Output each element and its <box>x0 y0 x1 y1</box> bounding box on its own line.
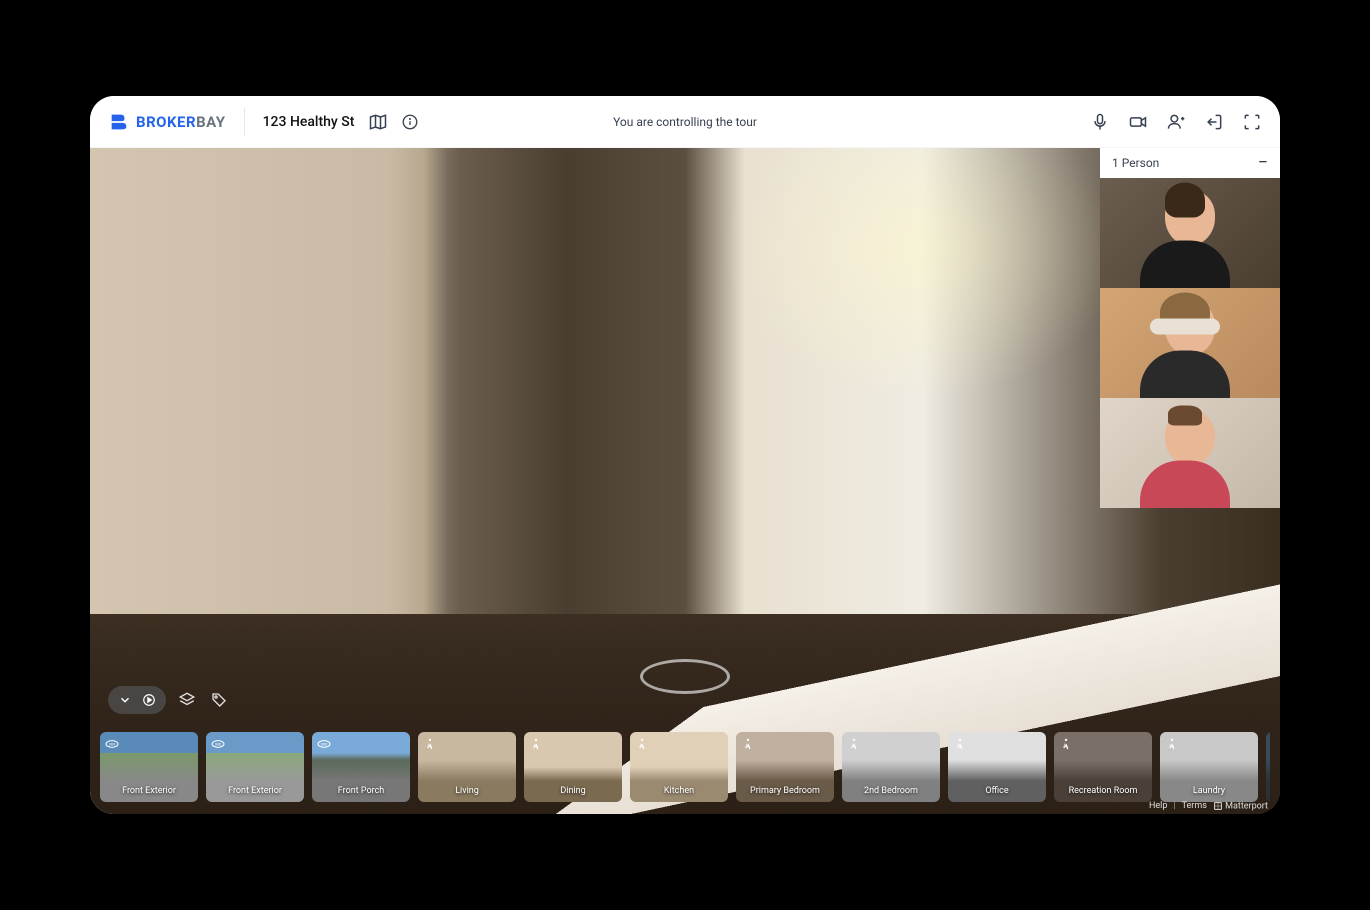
viewer-controls <box>108 686 230 714</box>
provider-label: Matterport <box>1225 801 1268 811</box>
participant-tile-1[interactable] <box>1100 178 1280 288</box>
provider-link[interactable]: Matterport <box>1213 801 1268 811</box>
walk-icon <box>634 736 650 752</box>
thumbnail-front-exterior-1[interactable]: 360 Front Exterior <box>100 732 198 802</box>
walk-icon <box>1058 736 1074 752</box>
brand-logo[interactable]: BROKERBAY <box>108 111 226 133</box>
tag-icon[interactable] <box>208 689 230 711</box>
brokerbay-logo-icon <box>108 111 130 133</box>
thumbnail-label: Living <box>418 786 516 796</box>
thumbnail-office[interactable]: Office <box>948 732 1046 802</box>
avatar <box>1160 190 1220 265</box>
thumbnail-label: Recreation Room <box>1054 786 1152 796</box>
help-link[interactable]: Help <box>1149 801 1167 811</box>
layers-icon[interactable] <box>176 689 198 711</box>
participant-tile-2[interactable] <box>1100 288 1280 398</box>
play-icon[interactable] <box>138 689 160 711</box>
walk-icon <box>422 736 438 752</box>
thumbnail-living[interactable]: Living <box>418 732 516 802</box>
thumbnail-front-exterior-2[interactable]: 360 Front Exterior <box>206 732 304 802</box>
thumbnail-more[interactable] <box>1266 732 1270 802</box>
svg-text:360: 360 <box>109 741 116 746</box>
header-controls <box>1090 112 1262 132</box>
thumbnail-kitchen[interactable]: Kitchen <box>630 732 728 802</box>
thumbnail-2nd-bedroom[interactable]: 2nd Bedroom <box>842 732 940 802</box>
walk-icon <box>952 736 968 752</box>
thumbnail-label: 2nd Bedroom <box>842 786 940 796</box>
svg-text:360: 360 <box>215 741 222 746</box>
360-badge-icon: 360 <box>104 736 120 752</box>
thumbnail-label: Laundry <box>1160 786 1258 796</box>
footer-separator: | <box>1173 801 1175 811</box>
footer-links: Help | Terms Matterport <box>1149 801 1268 811</box>
microphone-icon[interactable] <box>1090 112 1110 132</box>
participants-panel: 1 Person − <box>1100 148 1280 508</box>
tour-status-text: You are controlling the tour <box>613 115 757 129</box>
walk-icon <box>1164 736 1180 752</box>
avatar <box>1160 410 1220 485</box>
brand-text: BROKERBAY <box>136 113 226 131</box>
walk-icon <box>528 736 544 752</box>
header: BROKERBAY 123 Healthy St You are control… <box>90 96 1280 148</box>
thumbnail-front-porch[interactable]: 360 Front Porch <box>312 732 410 802</box>
map-icon[interactable] <box>368 112 388 132</box>
add-person-icon[interactable] <box>1166 112 1186 132</box>
view-mode-pill <box>108 686 166 714</box>
exit-icon[interactable] <box>1204 112 1224 132</box>
thumbnail-label: Front Exterior <box>206 786 304 796</box>
navigation-ring[interactable] <box>640 659 730 694</box>
participants-count: 1 Person <box>1112 156 1159 170</box>
thumbnail-label: Front Exterior <box>100 786 198 796</box>
thumbnail-primary-bedroom[interactable]: Primary Bedroom <box>736 732 834 802</box>
360-badge-icon: 360 <box>316 736 332 752</box>
thumbnail-label: Primary Bedroom <box>736 786 834 796</box>
camera-icon[interactable] <box>1128 112 1148 132</box>
info-icon[interactable] <box>400 112 420 132</box>
matterport-icon <box>1213 801 1223 811</box>
header-divider <box>244 108 245 136</box>
walk-icon <box>740 736 756 752</box>
participant-tile-3[interactable] <box>1100 398 1280 508</box>
brand-part2: BAY <box>196 113 225 131</box>
chevron-down-icon[interactable] <box>114 689 136 711</box>
thumbnail-label: Office <box>948 786 1046 796</box>
360-badge-icon: 360 <box>210 736 226 752</box>
property-address: 123 Healthy St <box>263 114 355 130</box>
thumbnail-laundry[interactable]: Laundry <box>1160 732 1258 802</box>
app-window: BROKERBAY 123 Healthy St You are control… <box>90 96 1280 814</box>
avatar <box>1160 300 1220 375</box>
thumbnail-strip[interactable]: 360 Front Exterior 360 Front Exterior 36… <box>100 732 1270 802</box>
thumbnail-label: Front Porch <box>312 786 410 796</box>
walk-icon <box>846 736 862 752</box>
terms-link[interactable]: Terms <box>1182 801 1207 811</box>
fullscreen-icon[interactable] <box>1242 112 1262 132</box>
brand-part1: BROKER <box>136 113 196 131</box>
thumbnail-dining[interactable]: Dining <box>524 732 622 802</box>
minimize-icon[interactable]: − <box>1258 154 1268 172</box>
thumbnail-label: Kitchen <box>630 786 728 796</box>
svg-text:360: 360 <box>321 741 328 746</box>
thumbnail-recreation-room[interactable]: Recreation Room <box>1054 732 1152 802</box>
participants-header: 1 Person − <box>1100 148 1280 178</box>
thumbnail-label: Dining <box>524 786 622 796</box>
